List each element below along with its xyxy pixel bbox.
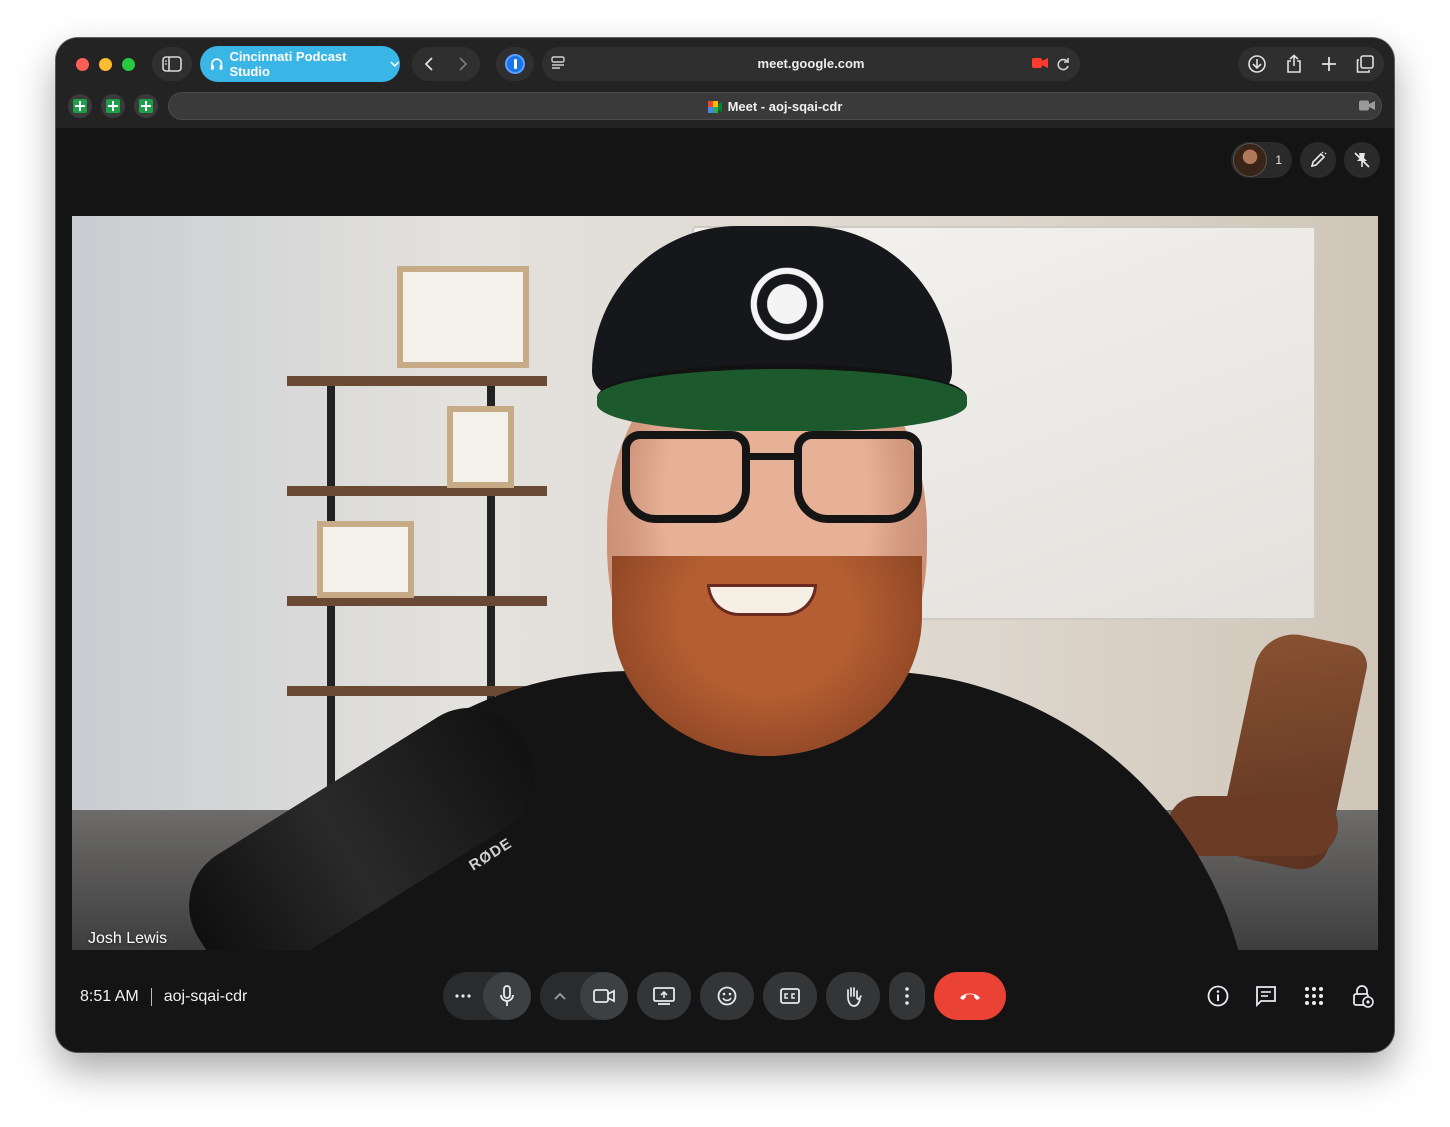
video-options-button[interactable] <box>540 972 580 1020</box>
chevron-down-icon <box>390 61 400 68</box>
end-call-icon <box>960 993 980 1000</box>
call-controls <box>443 972 1006 1020</box>
tab-title-text: Meet - aoj-sqai-cdr <box>727 99 843 114</box>
meet-top-actions: 1 <box>1231 142 1380 178</box>
meeting-info: 8:51 AM aoj-sqai-cdr <box>80 988 247 1006</box>
camera-icon <box>593 989 615 1003</box>
cap-logo <box>727 254 847 354</box>
tab-title: Meet - aoj-sqai-cdr <box>169 99 1381 114</box>
meet-bottom-bar: 8:51 AM aoj-sqai-cdr <box>56 952 1394 1052</box>
pinned-tab-spreadsheet-1[interactable] <box>68 94 92 118</box>
meeting-time: 8:51 AM <box>80 988 139 1005</box>
microphone-toggle-button[interactable] <box>483 972 531 1020</box>
chevron-up-icon <box>554 992 566 1000</box>
raise-hand-icon <box>847 987 862 1007</box>
meet-page: 1 RØDE Josh Lewis 8:51 AM aoj-sqai-cdr <box>56 128 1394 1052</box>
send-reaction-button[interactable] <box>700 972 754 1020</box>
close-window-button[interactable] <box>76 58 89 71</box>
tab-group-label: Cincinnati Podcast Studio <box>229 49 347 79</box>
captions-button[interactable] <box>763 972 817 1020</box>
sidebar-icon <box>162 56 182 72</box>
apps-icon[interactable] <box>1302 984 1326 1008</box>
camera-recording-icon[interactable] <box>1032 57 1048 69</box>
chat-icon[interactable] <box>1254 984 1278 1008</box>
navigation-buttons <box>412 47 480 81</box>
cap-brim <box>597 364 967 431</box>
emoji-icon <box>717 986 737 1006</box>
address-text: meet.google.com <box>757 56 865 71</box>
participant-video-tile[interactable]: RØDE Josh Lewis <box>72 216 1378 950</box>
reload-icon[interactable] <box>1056 56 1070 72</box>
pinned-tab-spreadsheet-3[interactable] <box>134 94 158 118</box>
leave-call-button[interactable] <box>934 972 1006 1020</box>
zoom-window-button[interactable] <box>122 58 135 71</box>
headphones-icon <box>210 58 223 70</box>
share-icon[interactable] <box>1285 54 1303 74</box>
participant-name-tag: Josh Lewis <box>88 930 168 947</box>
spreadsheet-icon <box>139 99 153 113</box>
person-glasses <box>622 431 922 531</box>
browser-window: Cincinnati Podcast Studio meet.google.co… <box>56 38 1394 1052</box>
visual-effects-button[interactable] <box>1300 142 1336 178</box>
browser-actions <box>1238 47 1384 81</box>
meeting-code[interactable]: aoj-sqai-cdr <box>164 988 248 1006</box>
present-screen-button[interactable] <box>637 972 691 1020</box>
spreadsheet-icon <box>73 99 87 113</box>
captions-icon <box>780 988 800 1004</box>
meet-side-actions <box>1206 984 1374 1008</box>
person-smile <box>707 584 817 616</box>
pen-icon <box>1310 151 1327 168</box>
more-options-icon <box>455 994 471 998</box>
participant-count: 1 <box>1275 153 1282 167</box>
address-bar[interactable]: meet.google.com <box>542 47 1080 81</box>
pinned-tab-spreadsheet-2[interactable] <box>101 94 125 118</box>
microphone-icon <box>500 985 514 1006</box>
avatar <box>1233 143 1268 177</box>
spreadsheet-icon <box>106 99 120 113</box>
back-icon[interactable] <box>423 56 435 72</box>
meeting-info-divider <box>150 988 152 1006</box>
tab-group-selector[interactable]: Cincinnati Podcast Studio <box>200 46 400 82</box>
host-controls-icon[interactable] <box>1350 984 1374 1008</box>
password-manager-button[interactable] <box>496 47 534 81</box>
sidebar-toggle-button[interactable] <box>152 47 192 81</box>
audio-control-group <box>443 972 531 1020</box>
unpin-icon <box>1354 152 1370 168</box>
more-vert-icon <box>905 987 909 1005</box>
present-screen-icon <box>653 987 675 1005</box>
raise-hand-button[interactable] <box>826 972 880 1020</box>
audio-options-button[interactable] <box>443 972 483 1020</box>
tab-overview-icon[interactable] <box>1355 54 1375 74</box>
forward-icon[interactable] <box>457 56 469 72</box>
active-tab[interactable]: Meet - aoj-sqai-cdr <box>168 92 1382 120</box>
download-icon[interactable] <box>1247 54 1267 74</box>
new-tab-icon[interactable] <box>1321 56 1337 72</box>
participants-button[interactable]: 1 <box>1231 142 1292 178</box>
video-control-group <box>540 972 628 1020</box>
browser-toolbar: Cincinnati Podcast Studio meet.google.co… <box>56 38 1394 129</box>
password-manager-icon <box>505 54 525 74</box>
camera-toggle-button[interactable] <box>580 972 628 1020</box>
unpin-button[interactable] <box>1344 142 1380 178</box>
video-icon[interactable] <box>1359 100 1375 111</box>
more-options-button[interactable] <box>889 972 925 1020</box>
info-icon[interactable] <box>1206 984 1230 1008</box>
minimize-window-button[interactable] <box>99 58 112 71</box>
meet-logo-icon <box>707 100 722 113</box>
